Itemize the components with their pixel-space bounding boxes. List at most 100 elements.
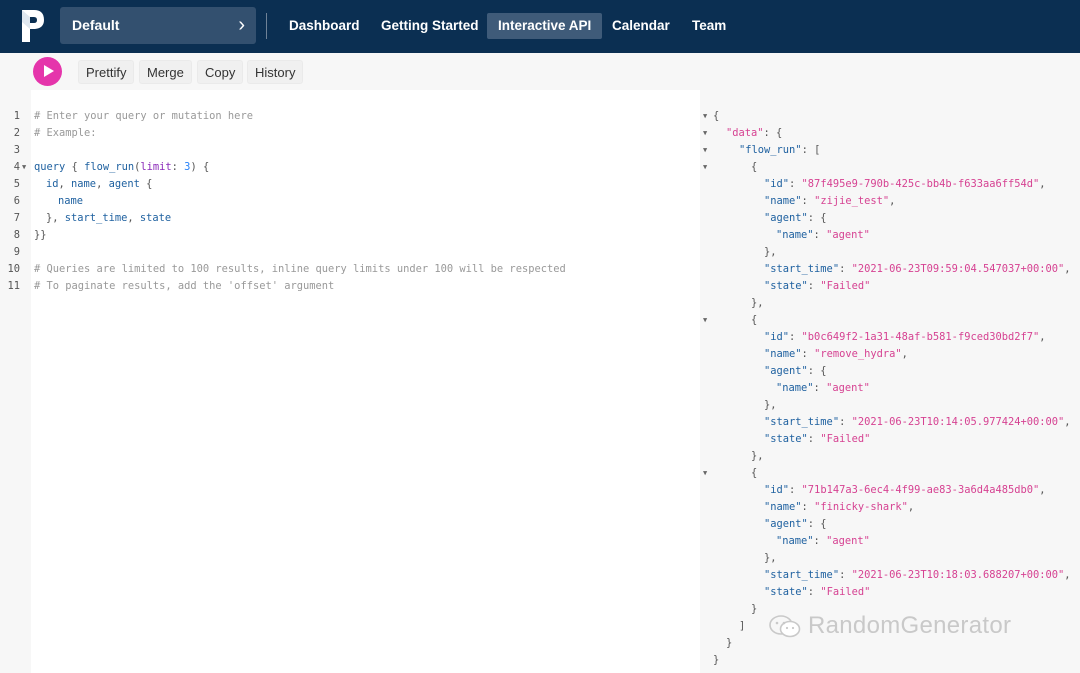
watermark-text: RandomGenerator — [808, 612, 1012, 639]
json-key: "name" — [764, 348, 802, 360]
json-text: "start_time": "2021-06-23T10:18:03.68820… — [764, 567, 1071, 584]
comment: # To paginate results, add the 'offset' … — [34, 280, 335, 292]
json-text: "name": "agent" — [776, 380, 870, 397]
chevron-right-icon: › — [238, 14, 245, 36]
json-key: "state" — [764, 433, 808, 445]
prettify-button[interactable]: Prettify — [78, 60, 135, 84]
json-string: "agent" — [826, 229, 870, 241]
nav-divider — [266, 13, 267, 39]
fold-arrow-icon[interactable]: ▼ — [703, 159, 707, 176]
fold-arrow-icon[interactable]: ▼ — [703, 312, 707, 329]
json-text: "data": { — [726, 125, 782, 142]
json-string: "remove_hydra" — [814, 348, 902, 360]
watermark: RandomGenerator — [768, 612, 1011, 640]
nav-getting-started[interactable]: Getting Started — [381, 13, 479, 39]
play-icon — [44, 65, 54, 77]
json-text: "agent": { — [764, 210, 827, 227]
project-selector[interactable]: Default › — [60, 7, 256, 44]
code-text: query { flow_run(limit: 3) { — [34, 159, 209, 176]
result-viewer[interactable]: ▼{ ▼ "data": { ▼ "flow_run": [ ▼{ "id": "8… — [700, 90, 1080, 673]
punctuation: }} — [34, 229, 47, 241]
nav-interactive-api[interactable]: Interactive API — [487, 13, 603, 39]
punctuation: : { — [807, 212, 827, 224]
json-string: "2021-06-23T10:14:05.977424+00:00" — [851, 416, 1065, 428]
field: start_time — [64, 212, 128, 224]
keyword: query — [34, 161, 66, 173]
brace: } — [726, 637, 733, 649]
punctuation: : — [807, 280, 821, 292]
punctuation: ) { — [190, 161, 210, 173]
punctuation: , — [58, 178, 72, 190]
punctuation: : — [807, 586, 821, 598]
argument: limit — [140, 161, 172, 173]
fold-arrow-icon[interactable]: ▼ — [22, 159, 26, 176]
punctuation: : — [813, 229, 827, 241]
prefect-logo-icon[interactable] — [20, 9, 46, 43]
fold-arrow-icon[interactable]: ▼ — [703, 465, 707, 482]
brace: { — [751, 161, 758, 173]
brace: }, — [764, 246, 777, 258]
json-text: "name": "agent" — [776, 227, 870, 244]
json-key: "name" — [776, 535, 814, 547]
punctuation: , — [907, 501, 915, 513]
nav-dashboard[interactable]: Dashboard — [289, 13, 360, 39]
punctuation: : — [839, 416, 852, 428]
punctuation: : — [801, 501, 815, 513]
query-editor[interactable]: 1 # Enter your query or mutation here 2 # … — [0, 90, 700, 673]
json-key: "id" — [764, 331, 790, 343]
nav-team[interactable]: Team — [692, 13, 726, 39]
punctuation: , — [1039, 178, 1046, 190]
json-key: "start_time" — [764, 569, 840, 581]
brace: }, — [751, 297, 764, 309]
json-string: "71b147a3-6ec4-4f99-ae83-3a6d4a485db0" — [801, 484, 1040, 496]
json-key: "name" — [776, 382, 814, 394]
json-text: "state": "Failed" — [764, 584, 870, 601]
fold-arrow-icon[interactable]: ▼ — [703, 142, 707, 159]
json-text: "agent": { — [764, 363, 827, 380]
brace: }, — [764, 399, 777, 411]
punctuation: , — [1064, 569, 1071, 581]
json-key: "name" — [764, 501, 802, 513]
fold-arrow-icon[interactable]: ▼ — [703, 125, 707, 142]
line-number: 4 — [13, 161, 20, 173]
code-text: id, name, agent { — [46, 176, 152, 193]
punctuation: , — [96, 178, 109, 190]
json-text: "name": "finicky-shark", — [764, 499, 914, 516]
comment: # Enter your query or mutation here — [34, 110, 253, 122]
merge-button[interactable]: Merge — [139, 60, 192, 84]
fold-arrow-icon[interactable]: ▼ — [703, 108, 707, 125]
punctuation: : — [813, 535, 827, 547]
json-text: "start_time": "2021-06-23T10:14:05.97742… — [764, 414, 1071, 431]
brace: }, — [764, 552, 777, 564]
punctuation: : — [801, 348, 815, 360]
execute-query-button[interactable] — [33, 57, 62, 86]
json-text: "name": "agent" — [776, 533, 870, 550]
punctuation: , — [127, 212, 140, 224]
punctuation: : — [839, 263, 852, 275]
bracket: ] — [739, 620, 746, 632]
punctuation: : — [789, 178, 802, 190]
json-key: "flow_run" — [739, 144, 802, 156]
punctuation: { — [139, 178, 153, 190]
punctuation: , — [901, 348, 908, 360]
punctuation: : — [839, 569, 852, 581]
nav-calendar[interactable]: Calendar — [612, 13, 670, 39]
punctuation: , — [1064, 263, 1071, 275]
code-text: }, start_time, state — [46, 210, 171, 227]
punctuation: , — [1039, 331, 1046, 343]
json-key: "name" — [764, 195, 802, 207]
json-key: "data" — [726, 127, 764, 139]
json-string: "Failed" — [820, 433, 871, 445]
field: agent — [108, 178, 140, 190]
punctuation: : { — [807, 518, 827, 530]
brace: { — [751, 467, 758, 479]
punctuation: : { — [763, 127, 783, 139]
copy-button[interactable]: Copy — [197, 60, 244, 84]
history-button[interactable]: History — [247, 60, 304, 84]
json-text: "name": "remove_hydra", — [764, 346, 908, 363]
json-text: "id": "71b147a3-6ec4-4f99-ae83-3a6d4a485… — [764, 482, 1046, 499]
punctuation: , — [1039, 484, 1046, 496]
field: name — [71, 178, 97, 190]
punctuation: : — [789, 484, 802, 496]
comment: # Queries are limited to 100 results, in… — [34, 263, 566, 275]
